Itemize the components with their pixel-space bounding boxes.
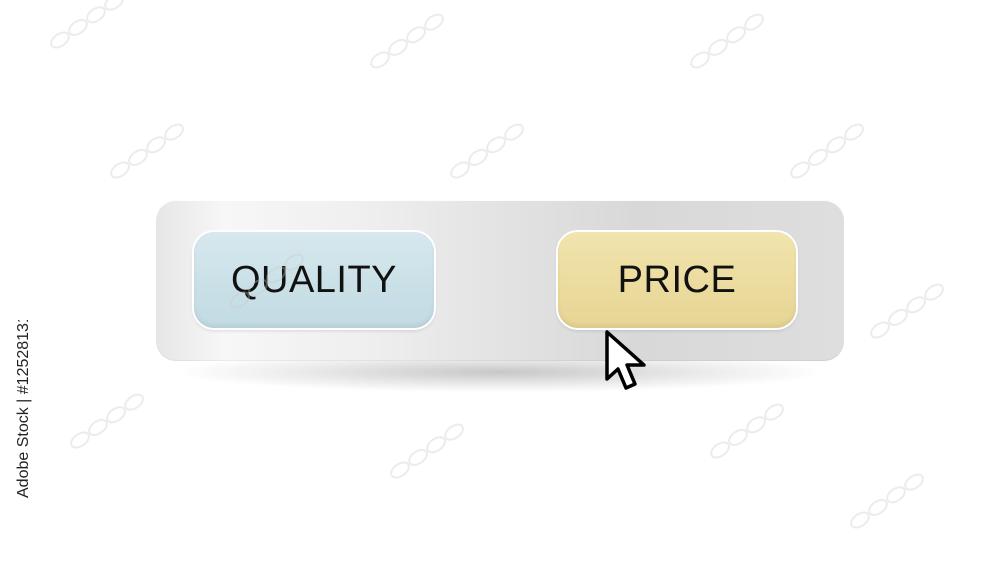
watermark-side-text: Adobe Stock | #1252813198	[15, 320, 32, 498]
mouse-pointer-icon	[605, 330, 646, 390]
stage: QUALITY PRICE Adobe Stock | #1252813198	[0, 0, 1000, 562]
stock-watermark-id: Adobe Stock | #1252813198	[15, 320, 32, 498]
quality-button[interactable]: QUALITY	[194, 232, 434, 328]
price-button[interactable]: PRICE	[558, 232, 796, 328]
